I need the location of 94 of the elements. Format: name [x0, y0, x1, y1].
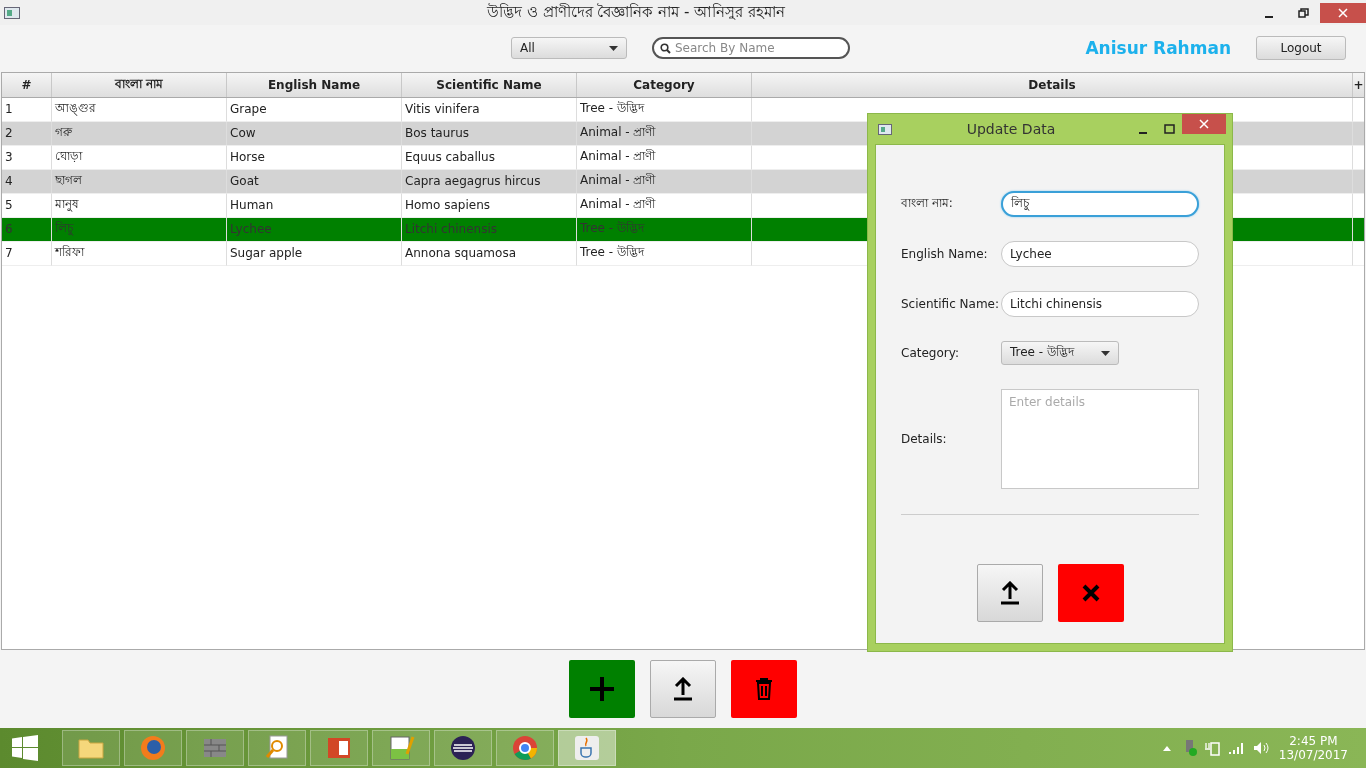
table-cell: Vitis vinifera	[402, 97, 577, 122]
text-field[interactable]: Litchi chinensis	[1001, 291, 1199, 317]
table-cell: 3	[2, 145, 52, 170]
notepad-icon	[387, 734, 415, 762]
coffee-cup-icon	[573, 734, 601, 762]
table-cell: গরু	[52, 121, 227, 146]
update-button[interactable]	[650, 660, 716, 719]
table-cell: Tree - উদ্ভিদ	[577, 241, 752, 266]
table-cell: Homo sapiens	[402, 193, 577, 218]
table-cell: 2	[2, 121, 52, 146]
field-label: বাংলা নাম:	[901, 195, 954, 212]
table-cell: 5	[2, 193, 52, 218]
table-cell: Animal - প্রাণী	[577, 121, 752, 146]
field-label: Details:	[901, 432, 948, 446]
category-dropdown[interactable]: Tree - উদ্ভিদ	[1001, 341, 1119, 365]
user-name: Anisur Rahman	[1085, 38, 1231, 59]
maximize-icon	[1163, 124, 1175, 134]
close-icon	[1199, 119, 1209, 129]
window-icon	[4, 6, 20, 19]
globe-icon	[139, 734, 167, 762]
add-button[interactable]	[569, 660, 635, 719]
field-label: English Name:	[901, 247, 989, 261]
close-button[interactable]	[1182, 114, 1226, 134]
column-header[interactable]: Scientific Name	[402, 72, 577, 97]
restore-icon	[1297, 7, 1309, 18]
upload-icon	[999, 581, 1020, 605]
signal-icon[interactable]	[1228, 741, 1245, 755]
table-cell: ঘোড়া	[52, 145, 227, 170]
table-cell: Tree - উদ্ভিদ	[577, 97, 752, 122]
table-cell: শরিফা	[52, 241, 227, 266]
column-header[interactable]: Details	[752, 72, 1353, 97]
search-icon	[660, 42, 671, 54]
close-icon	[1081, 584, 1100, 602]
delete-button[interactable]	[731, 660, 797, 719]
table-cell: 1	[2, 97, 52, 122]
table-cell: 6	[2, 217, 52, 242]
column-header[interactable]: English Name	[227, 72, 402, 97]
clock-time: 2:45 PM	[1289, 734, 1338, 748]
table-cell: Bos taurus	[402, 121, 577, 146]
taskbar-button[interactable]	[310, 730, 368, 766]
table-cell: Annona squamosa	[402, 241, 577, 266]
table-cell: Capra aegagrus hircus	[402, 169, 577, 194]
close-button[interactable]	[1320, 2, 1366, 23]
search-field[interactable]: Search By Name	[652, 37, 850, 60]
clock-date: 13/07/2017	[1278, 748, 1348, 762]
table-cell: Animal - প্রাণী	[577, 145, 752, 170]
magnifier-document-icon	[263, 734, 291, 762]
dialog-title: Update Data	[965, 121, 1057, 137]
table-cell: Human	[227, 193, 402, 218]
table-cell: 4	[2, 169, 52, 194]
windows-logo-icon[interactable]	[12, 735, 38, 761]
table-cell: 7	[2, 241, 52, 266]
caret-icon	[609, 45, 618, 51]
table-cell: Sugar apple	[227, 241, 402, 266]
table-cell: ছাগল	[52, 169, 227, 194]
taskbar-button[interactable]	[372, 730, 430, 766]
table-cell: Horse	[227, 145, 402, 170]
table-cell: Litchi chinensis	[402, 217, 577, 242]
table-cell: Tree - উদ্ভিদ	[577, 217, 752, 242]
logout-button[interactable]: Logout	[1256, 36, 1346, 61]
minimize-icon	[1139, 132, 1147, 134]
field-label: Scientific Name:	[901, 297, 1000, 311]
text-field[interactable]: Lychee	[1001, 241, 1199, 267]
text-field[interactable]: লিচু	[1001, 191, 1199, 217]
cancel-button[interactable]	[1057, 564, 1124, 622]
table-cell: Cow	[227, 121, 402, 146]
tray-arrow-icon[interactable]	[1162, 745, 1171, 751]
plus-icon	[589, 676, 615, 703]
table-cell: মানুষ	[52, 193, 227, 218]
trash-icon	[755, 678, 773, 701]
speaker-icon[interactable]	[1252, 741, 1269, 755]
column-header[interactable]: বাংলা নাম	[52, 72, 227, 97]
battery-icon[interactable]	[1204, 740, 1221, 756]
table-cell: Grape	[227, 97, 402, 122]
minimize-icon	[1265, 15, 1273, 18]
table-cell: Animal - প্রাণী	[577, 193, 752, 218]
column-header[interactable]: #	[2, 72, 52, 97]
table-cell: Equus caballus	[402, 145, 577, 170]
table-cell: Lychee	[227, 217, 402, 242]
update-button[interactable]	[976, 564, 1043, 622]
table-cell: আঙ্গুর	[52, 97, 227, 122]
window-icon	[878, 123, 892, 135]
add-column-button[interactable]: +	[1353, 72, 1364, 97]
table-cell: Animal - প্রাণী	[577, 169, 752, 194]
caret-icon	[1101, 350, 1110, 356]
table-cell: Goat	[227, 169, 402, 194]
column-header[interactable]: Category	[577, 72, 752, 97]
category-dropdown[interactable]: All	[511, 37, 627, 60]
upload-icon	[673, 677, 693, 702]
taskbar-button[interactable]	[434, 730, 492, 766]
field-label: Category:	[901, 346, 960, 360]
window-title: উদ্ভিদ ও প্রাণীদের বৈজ্ঞানিক নাম - আনিসুর রহমান	[486, 2, 786, 23]
close-icon	[1338, 7, 1348, 18]
table-cell: লিচু	[52, 217, 227, 242]
